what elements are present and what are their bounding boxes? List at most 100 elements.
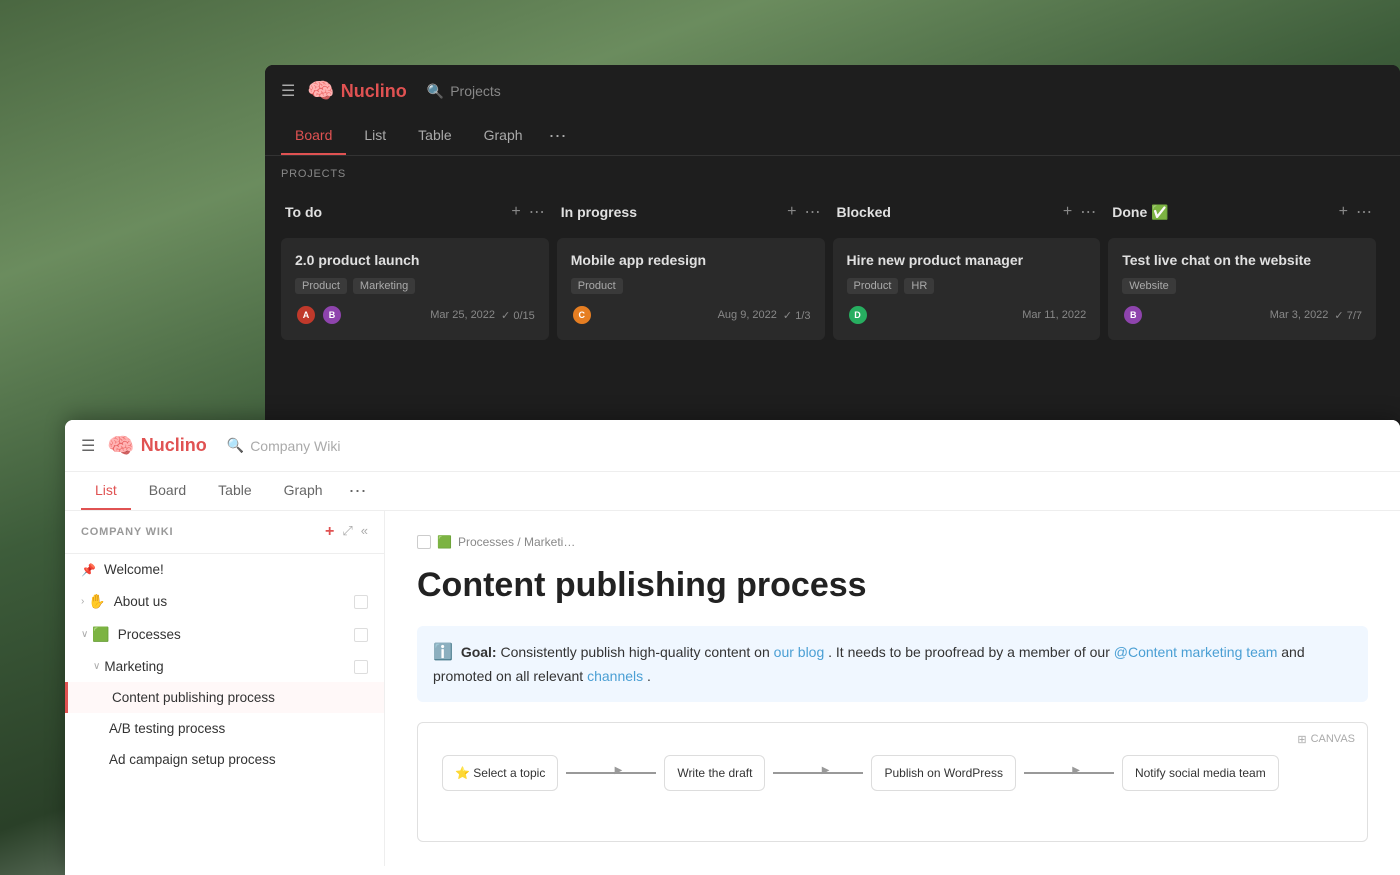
bottom-tab-table[interactable]: Table — [204, 472, 265, 510]
card-hire-manager[interactable]: Hire new product manager Product HR D Ma… — [833, 238, 1101, 340]
info-text2: . It needs to be proofread by a member o… — [828, 644, 1110, 660]
col-inprogress-more-icon[interactable]: ⋯ — [805, 202, 821, 222]
sidebar-item-ad-campaign[interactable]: Ad campaign setup process — [65, 744, 384, 775]
card-product-launch-tags: Product Marketing — [295, 278, 535, 294]
info-link-team[interactable]: @Content marketing team — [1114, 644, 1278, 660]
breadcrumb-text: Processes / Marketi… — [458, 535, 575, 549]
page-title: Content publishing process — [417, 565, 1368, 606]
card-product-launch[interactable]: 2.0 product launch Product Marketing A B… — [281, 238, 549, 340]
card-mobile-redesign-tags: Product — [571, 278, 811, 294]
projects-label: PROJECTS — [265, 156, 1400, 186]
sidebar-item-processes-checkbox[interactable] — [354, 628, 368, 642]
card-live-chat[interactable]: Test live chat on the website Website B … — [1108, 238, 1376, 340]
col-todo-more-icon[interactable]: ⋯ — [529, 202, 545, 222]
sidebar-item-marketing[interactable]: ∨ Marketing — [65, 651, 384, 682]
sidebar-item-marketing-label: Marketing — [104, 659, 163, 674]
top-search-placeholder: Projects — [450, 83, 501, 99]
tag-hr: HR — [904, 278, 934, 294]
sidebar-collapse-icon[interactable]: « — [361, 523, 368, 541]
avatar-2: B — [321, 304, 343, 326]
col-todo: To do + ⋯ 2.0 product launch Product Mar… — [281, 194, 549, 348]
sidebar-item-content-publishing[interactable]: Content publishing process — [65, 682, 384, 713]
card-live-chat-tags: Website — [1122, 278, 1362, 294]
flow-box-4: Notify social media team — [1122, 755, 1279, 791]
sidebar-item-ab-testing[interactable]: A/B testing process — [65, 713, 384, 744]
col-done-add-icon[interactable]: + — [1339, 203, 1348, 221]
col-inprogress-add-icon[interactable]: + — [787, 203, 796, 221]
info-link-blog[interactable]: our blog — [774, 644, 825, 660]
top-logo-area: 🧠 Nuclino — [307, 78, 406, 104]
col-blocked-header: Blocked + ⋯ — [833, 194, 1101, 230]
breadcrumb-icon: 🟩 — [437, 535, 452, 549]
avatar-1: A — [295, 304, 317, 326]
col-blocked-actions: + ⋯ — [1063, 202, 1096, 222]
col-blocked-more-icon[interactable]: ⋯ — [1080, 202, 1096, 222]
card-mobile-redesign-title: Mobile app redesign — [571, 252, 811, 268]
sidebar-expand-icon[interactable]: ⤢ — [342, 523, 352, 541]
flow-node-4: Notify social media team — [1122, 755, 1279, 791]
info-box: ℹ️ Goal: Consistently publish high-quali… — [417, 626, 1368, 702]
flow-box-1: ⭐ Select a topic — [442, 755, 558, 791]
bottom-hamburger-icon[interactable]: ☰ — [81, 436, 95, 456]
flow-arrow-3 — [1016, 772, 1122, 774]
col-blocked-add-icon[interactable]: + — [1063, 203, 1072, 221]
sidebar-add-icon[interactable]: + — [325, 523, 334, 541]
sidebar-item-aboutus[interactable]: › ✋ About us — [65, 585, 384, 618]
hamburger-icon[interactable]: ☰ — [281, 81, 295, 101]
sidebar-item-aboutus-checkbox[interactable] — [354, 595, 368, 609]
tag-product: Product — [295, 278, 347, 294]
tab-table[interactable]: Table — [404, 117, 465, 155]
col-inprogress-header: In progress + ⋯ — [557, 194, 825, 230]
bottom-tab-list[interactable]: List — [81, 472, 131, 510]
flow-arrow-2 — [765, 772, 871, 774]
col-done-header: Done ✅ + ⋯ — [1108, 194, 1376, 230]
progress-live-chat: ✓ 7/7 — [1334, 309, 1362, 322]
pin-icon: 📌 — [81, 563, 96, 577]
tag-product-3: Product — [847, 278, 899, 294]
tag-product-2: Product — [571, 278, 623, 294]
sidebar-item-welcome[interactable]: 📌 Welcome! — [65, 554, 384, 585]
info-link-channels[interactable]: channels — [587, 668, 643, 684]
flow-label-2: Write the draft — [677, 766, 752, 780]
sidebar-item-processes[interactable]: ∨ 🟩 Processes — [65, 618, 384, 651]
bottom-tab-board[interactable]: Board — [135, 472, 200, 510]
card-product-launch-footer: A B Mar 25, 2022 ✓ 0/15 — [295, 304, 535, 326]
info-icon: ℹ️ — [433, 644, 453, 661]
search-icon: 🔍 — [427, 83, 444, 100]
sidebar-item-ab-testing-label: A/B testing process — [109, 721, 225, 736]
flow-node-1: ⭐ Select a topic — [442, 755, 558, 791]
top-search-area[interactable]: 🔍 Projects — [427, 83, 501, 100]
sidebar-header: COMPANY WIKI + ⤢ « — [65, 511, 384, 554]
tab-board[interactable]: Board — [281, 117, 346, 155]
bottom-tab-graph[interactable]: Graph — [270, 472, 337, 510]
col-todo-add-icon[interactable]: + — [511, 203, 520, 221]
tab-more-icon[interactable]: ⋯ — [541, 118, 575, 155]
card-mobile-redesign-meta: Aug 9, 2022 ✓ 1/3 — [718, 309, 811, 322]
sidebar-item-content-publishing-label: Content publishing process — [112, 690, 275, 705]
flow-box-3: Publish on WordPress — [871, 755, 1016, 791]
aboutus-icon: ✋ — [88, 593, 105, 610]
date-mobile-redesign: Aug 9, 2022 — [718, 309, 777, 321]
info-text: Consistently publish high-quality conten… — [500, 644, 769, 660]
card-mobile-redesign[interactable]: Mobile app redesign Product C Aug 9, 202… — [557, 238, 825, 340]
tab-graph[interactable]: Graph — [470, 117, 537, 155]
sidebar-item-aboutus-label: About us — [114, 594, 167, 609]
bottom-tab-more-icon[interactable]: ⋯ — [341, 473, 375, 510]
col-blocked-title: Blocked — [837, 204, 891, 220]
col-done-more-icon[interactable]: ⋯ — [1356, 202, 1372, 222]
canvas-area: ⊞ CANVAS ⭐ Select a topic — [417, 722, 1368, 842]
top-nav-tabs: Board List Table Graph ⋯ — [265, 117, 1400, 156]
top-brain-icon: 🧠 — [307, 78, 334, 104]
sidebar-item-marketing-checkbox[interactable] — [354, 660, 368, 674]
date-live-chat: Mar 3, 2022 — [1270, 309, 1329, 321]
date-product-launch: Mar 25, 2022 — [430, 309, 495, 321]
bottom-brain-icon: 🧠 — [107, 433, 134, 459]
sidebar: COMPANY WIKI + ⤢ « 📌 Welcome! › ✋ About … — [65, 511, 385, 866]
breadcrumb: 🟩 Processes / Marketi… — [417, 535, 1368, 549]
main-content: COMPANY WIKI + ⤢ « 📌 Welcome! › ✋ About … — [65, 511, 1400, 866]
canvas-icon: ⊞ — [1297, 733, 1306, 746]
avatar-5: B — [1122, 304, 1144, 326]
col-done-title: Done ✅ — [1112, 204, 1168, 221]
tab-list[interactable]: List — [350, 117, 400, 155]
bottom-search-area[interactable]: 🔍 Company Wiki — [227, 437, 341, 454]
